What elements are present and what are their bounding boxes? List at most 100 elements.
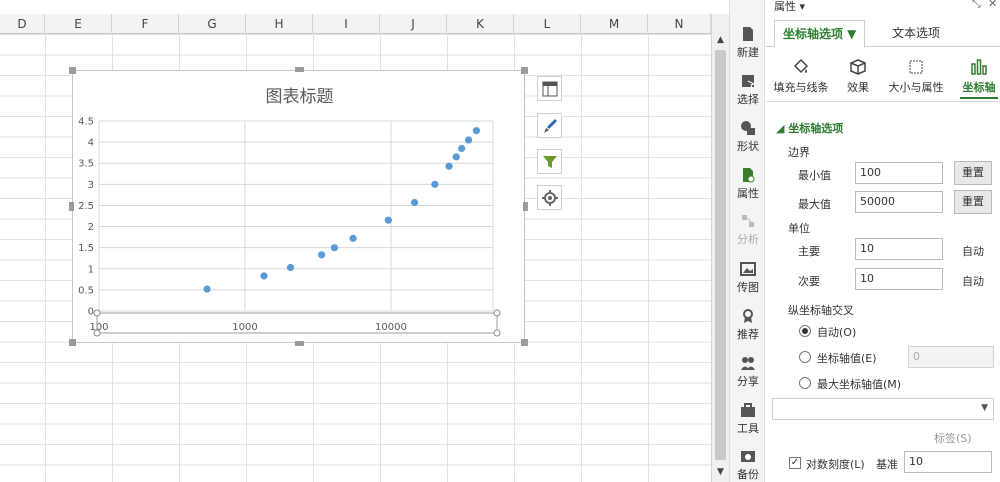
- data-point: [330, 244, 339, 252]
- chart-elements-icon: [542, 81, 557, 96]
- subtab-effects[interactable]: 效果: [842, 58, 874, 95]
- display-unit-select[interactable]: ▼: [772, 398, 994, 420]
- toolbar-select-button[interactable]: 选择: [730, 73, 766, 107]
- toolbar-backup-button[interactable]: 备份: [730, 448, 766, 482]
- data-point: [458, 144, 466, 153]
- major-unit-input[interactable]: 10: [855, 238, 943, 260]
- resize-handle[interactable]: [295, 67, 304, 72]
- resize-handle[interactable]: [69, 202, 74, 211]
- column-header[interactable]: J: [380, 14, 447, 34]
- scroll-down-icon[interactable]: ▼: [712, 464, 729, 481]
- chart-object[interactable]: 图表标题 0 0.5 1 1.5 2 2.5 3 3.5 4 4.5 100 1000 10000: [69, 67, 528, 346]
- subtab-size-properties[interactable]: 大小与属性: [884, 58, 948, 95]
- toolbar-shape-button[interactable]: 形状: [730, 120, 766, 154]
- chart-filter-button[interactable]: [537, 149, 562, 174]
- toolbar-label: 选择: [737, 93, 759, 106]
- show-label-text[interactable]: 标签(S): [934, 430, 972, 446]
- column-header[interactable]: E: [45, 14, 112, 34]
- y-tick-label: 3.5: [78, 159, 94, 170]
- data-point: [452, 153, 460, 161]
- resize-handle[interactable]: [295, 341, 304, 346]
- select-icon: [742, 75, 756, 89]
- panel-header: 属性 ▾ ⤡ ✕: [766, 0, 1000, 14]
- column-header[interactable]: F: [112, 14, 179, 34]
- collapse-icon[interactable]: ⤡: [972, 0, 981, 11]
- cross-value-label[interactable]: 坐标轴值(E): [817, 350, 877, 366]
- column-header[interactable]: N: [648, 14, 711, 34]
- cross-value-input[interactable]: 0: [908, 346, 994, 368]
- column-header[interactable]: M: [581, 14, 648, 34]
- data-point: [384, 216, 392, 224]
- max-value-input[interactable]: 50000: [855, 191, 943, 213]
- column-header[interactable]: K: [447, 14, 514, 34]
- max-reset-button[interactable]: 重置: [954, 190, 992, 214]
- data-point: [203, 285, 211, 293]
- spreadsheet[interactable]: D E F G H I J K L M N 图表标题 0 0.5 1 1.5 2 2.5 3…: [0, 0, 711, 482]
- toolbar-property-button[interactable]: 属性: [730, 167, 766, 201]
- toolbar-label: 推荐: [737, 328, 759, 341]
- chart-settings-button[interactable]: [537, 185, 562, 210]
- min-reset-button[interactable]: 重置: [954, 161, 992, 185]
- cross-max-label[interactable]: 最大坐标轴值(M): [817, 376, 901, 392]
- log-scale-checkbox[interactable]: ✓: [789, 457, 801, 469]
- toolbar-image-button[interactable]: 传图: [730, 261, 766, 295]
- cube-icon: [850, 59, 866, 75]
- close-icon[interactable]: ✕: [988, 0, 997, 10]
- toolbar-recommend-button[interactable]: 推荐: [730, 308, 766, 342]
- resize-handle[interactable]: [69, 339, 76, 346]
- y-tick-label: 3: [88, 180, 94, 191]
- major-unit-label: 主要: [798, 245, 820, 258]
- column-header[interactable]: G: [179, 14, 246, 34]
- paint-bucket-icon: [793, 58, 809, 74]
- cross-max-radio[interactable]: [799, 377, 811, 389]
- min-value-input[interactable]: 100: [855, 162, 943, 184]
- minor-unit-label: 次要: [798, 275, 820, 288]
- axis-handle: [493, 329, 501, 337]
- properties-panel: 属性 ▾ ⤡ ✕ 坐标轴选项 ▼ 文本选项 填充与线条 效果 大小与属性 坐标轴…: [766, 0, 1000, 482]
- chart-area[interactable]: 图表标题 0 0.5 1 1.5 2 2.5 3 3.5 4 4.5 100 1000 10000: [72, 70, 525, 343]
- vertical-scrollbar[interactable]: ▲ ▼: [711, 14, 729, 482]
- cross-value-radio[interactable]: [799, 351, 811, 363]
- data-point: [318, 251, 326, 259]
- toolbar-label: 备份: [737, 468, 759, 481]
- log-base-input[interactable]: 10: [904, 451, 992, 473]
- tab-axis-options[interactable]: 坐标轴选项 ▼: [774, 20, 866, 48]
- column-header[interactable]: H: [246, 14, 313, 34]
- grid-line: [648, 34, 649, 482]
- cross-auto-radio[interactable]: [799, 325, 811, 337]
- chart-style-button[interactable]: [537, 113, 562, 138]
- data-point: [431, 180, 439, 188]
- tab-text-options[interactable]: 文本选项: [884, 20, 948, 47]
- resize-handle[interactable]: [521, 339, 528, 346]
- scroll-up-icon[interactable]: ▲: [712, 32, 729, 49]
- column-header[interactable]: L: [514, 14, 581, 34]
- scatter-plot[interactable]: 00.511.522.533.544.5100 1000 10000: [73, 71, 526, 344]
- toolbar-label: 分享: [737, 375, 759, 388]
- log-scale-label[interactable]: 对数刻度(L): [806, 456, 865, 472]
- subtab-fill-line[interactable]: 填充与线条: [770, 58, 832, 95]
- toolbar-new-button[interactable]: 新建: [730, 26, 766, 60]
- chart-elements-button[interactable]: [537, 76, 562, 101]
- subtab-axis[interactable]: 坐标轴: [960, 58, 998, 95]
- data-point: [349, 234, 357, 242]
- toolbar-tools-button[interactable]: 工具: [730, 402, 766, 436]
- scrollbar-thumb[interactable]: [715, 50, 726, 460]
- panel-title[interactable]: 属性 ▾: [774, 0, 805, 14]
- cross-auto-label[interactable]: 自动(O): [817, 324, 856, 340]
- column-header[interactable]: D: [0, 14, 45, 34]
- toolbar-share-button[interactable]: 分享: [730, 355, 766, 389]
- axis-handle: [93, 329, 101, 337]
- gear-icon: [541, 189, 558, 206]
- minor-unit-input[interactable]: 10: [855, 268, 943, 290]
- column-header[interactable]: I: [313, 14, 380, 34]
- minor-auto-label[interactable]: 自动: [962, 273, 984, 289]
- major-auto-label[interactable]: 自动: [962, 243, 984, 259]
- toolbar-label: 分析: [737, 233, 759, 246]
- analyze-icon: [742, 215, 754, 227]
- axis-handle: [93, 309, 101, 317]
- resize-handle[interactable]: [523, 202, 528, 211]
- resize-handle[interactable]: [69, 67, 76, 74]
- resize-handle[interactable]: [521, 67, 528, 74]
- toolbar-analyze-button[interactable]: 分析: [730, 213, 766, 247]
- section-axis-options[interactable]: ◢ 坐标轴选项: [776, 120, 843, 136]
